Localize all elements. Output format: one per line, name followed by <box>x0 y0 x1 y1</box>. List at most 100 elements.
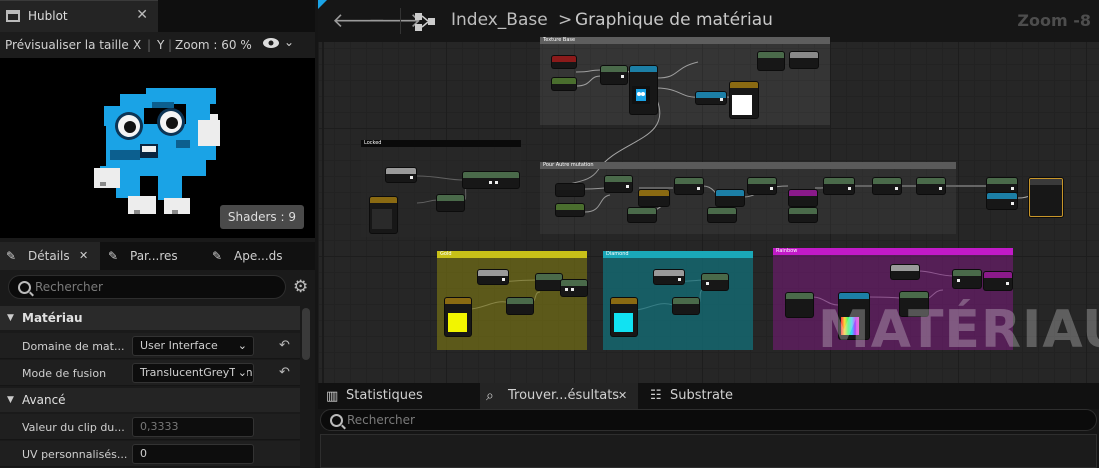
graph-node[interactable] <box>536 274 562 290</box>
graph-node[interactable] <box>953 270 981 288</box>
preview-toolbar: Prévisualiser la taille X | Y | Zoom : 6… <box>0 32 315 58</box>
comment-title: Gold <box>440 251 452 257</box>
texture-thumbnail <box>632 86 650 104</box>
graph-node[interactable] <box>987 178 1017 194</box>
tab-find-results[interactable]: ⌕ Trouver...ésultats ✕ <box>480 383 638 409</box>
blend-mode-dropdown[interactable]: TranslucentGreyTran ⌄ <box>132 363 254 383</box>
yellow-swatch <box>448 313 467 332</box>
pencil-icon: ✎ <box>6 249 17 263</box>
graph-node[interactable] <box>873 178 901 194</box>
graph-node[interactable] <box>696 92 726 104</box>
material-domain-dropdown[interactable]: User Interface ⌄ <box>132 336 254 356</box>
custom-uvs-field[interactable]: 0 <box>132 444 254 464</box>
comment-box-other-mutation[interactable]: Pour Autre mutation <box>540 162 956 234</box>
graph-node[interactable] <box>478 270 508 284</box>
chevron-down-icon[interactable]: ⌄ <box>284 35 294 49</box>
chevron-down-icon: ⌄ <box>237 339 247 352</box>
graph-node[interactable] <box>654 270 684 284</box>
property-label: Valeur du clip du... <box>22 421 125 434</box>
texture-node-dark[interactable] <box>370 197 397 233</box>
graph-node[interactable] <box>984 272 1012 290</box>
reset-arrow-icon[interactable]: ↶ <box>279 338 290 353</box>
graph-node[interactable] <box>716 190 744 206</box>
details-search-placeholder: Rechercher <box>35 280 103 294</box>
material-graph-canvas[interactable]: 🡐 🡒 Index_Base > Graphique de matériau Z… <box>318 0 1099 383</box>
color-constant-node[interactable] <box>611 298 637 336</box>
toolbar-divider: | <box>168 38 173 52</box>
graph-node[interactable] <box>790 52 818 68</box>
graph-node[interactable] <box>561 280 587 296</box>
graph-node[interactable] <box>556 204 584 216</box>
comment-title: Locked <box>364 140 382 146</box>
tab-substrate[interactable]: ☷ Substrate <box>644 383 802 409</box>
graph-node[interactable] <box>748 178 776 194</box>
graph-node[interactable] <box>673 298 699 314</box>
graph-node[interactable] <box>639 190 669 206</box>
section-advanced-label: Avancé <box>22 393 66 407</box>
graph-node[interactable] <box>552 78 576 90</box>
preview-x-button[interactable]: X <box>133 38 141 52</box>
details-search-input[interactable]: Rechercher <box>8 275 286 299</box>
graph-node[interactable] <box>605 176 632 192</box>
graph-node[interactable] <box>386 168 416 182</box>
texture-sample-node[interactable] <box>630 66 657 114</box>
preview-size-button[interactable]: Prévisualiser la taille <box>5 38 129 52</box>
graph-node[interactable] <box>824 178 854 194</box>
graph-node[interactable] <box>789 190 817 206</box>
viewport-tab[interactable]: Hublot ✕ <box>0 0 158 32</box>
graph-node[interactable] <box>437 195 464 211</box>
material-output-node[interactable] <box>1029 178 1063 217</box>
search-icon <box>18 281 31 294</box>
tab-details-label: Détails <box>28 249 70 263</box>
material-preview[interactable]: Shaders : 9 <box>0 58 315 238</box>
tab-appearance[interactable]: ✎ Ape...ds <box>210 242 310 270</box>
tab-details[interactable]: ✎ Détails ✕ <box>0 242 100 270</box>
material-domain-value: User Interface <box>140 339 218 352</box>
property-row: Domaine de mat... User Interface ⌄ ↶ <box>0 333 300 359</box>
graph-node[interactable] <box>507 298 533 314</box>
graph-node[interactable] <box>789 208 817 222</box>
section-advanced[interactable]: ▼ Avancé <box>0 388 300 412</box>
eye-icon[interactable] <box>262 36 280 53</box>
tab-parameters-label: Par...res <box>130 249 178 263</box>
close-icon[interactable]: ✕ <box>79 242 88 270</box>
property-row: Valeur du clip du... 0,3333 <box>0 414 300 440</box>
details-scrollbar[interactable] <box>302 308 310 360</box>
graph-node[interactable] <box>891 265 919 279</box>
tab-parameters[interactable]: ✎ Par...res <box>104 242 204 270</box>
graph-node[interactable] <box>786 293 813 317</box>
property-label: UV personnalisés... <box>22 448 128 461</box>
color-constant-node[interactable] <box>730 82 758 118</box>
graph-node[interactable] <box>987 193 1017 209</box>
color-constant-node[interactable] <box>445 298 471 336</box>
graph-node[interactable] <box>463 172 519 188</box>
property-row: Mode de fusion TranslucentGreyTran ⌄ ↶ <box>0 360 300 386</box>
graph-node[interactable] <box>758 52 784 70</box>
graph-node[interactable] <box>917 178 945 194</box>
results-search-placeholder: Rechercher <box>347 413 415 427</box>
section-material[interactable]: ▼ Matériau <box>0 306 300 330</box>
tab-appearance-label: Ape...ds <box>234 249 283 263</box>
preview-zoom-label: Zoom : 60 % <box>175 38 252 52</box>
preview-y-button[interactable]: Y <box>157 38 164 52</box>
gear-icon[interactable]: ⚙ <box>293 279 308 296</box>
graph-node[interactable] <box>675 178 703 194</box>
graph-node[interactable] <box>556 184 584 196</box>
tab-statistics[interactable]: ▥ Statistiques <box>320 383 478 409</box>
reset-arrow-icon[interactable]: ↶ <box>279 365 290 380</box>
close-icon[interactable]: ✕ <box>618 383 627 409</box>
close-icon[interactable]: ✕ <box>136 7 148 23</box>
opacity-clip-value-field[interactable]: 0,3333 <box>132 417 254 437</box>
left-panel: Hublot ✕ Prévisualiser la taille X | Y |… <box>0 0 315 468</box>
graph-node[interactable] <box>702 274 728 290</box>
graph-node[interactable] <box>708 208 736 222</box>
graph-node[interactable] <box>628 208 656 222</box>
list-icon: ☷ <box>650 388 662 403</box>
collapse-triangle-icon: ▼ <box>7 395 14 405</box>
graph-node[interactable] <box>552 56 576 68</box>
graph-node[interactable] <box>601 66 627 84</box>
comment-title: Texture Base <box>543 37 576 43</box>
comment-title: Rainbow <box>776 248 798 254</box>
comment-box-texture-base[interactable]: Texture Base <box>540 37 830 125</box>
results-search-input[interactable]: Rechercher <box>320 409 1097 431</box>
